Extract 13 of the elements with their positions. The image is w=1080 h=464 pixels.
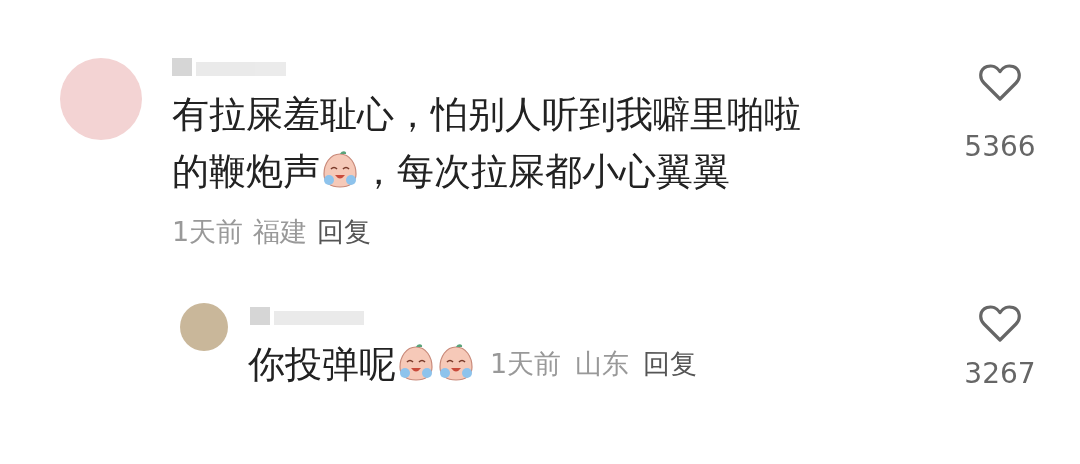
comment-location: 山东 (575, 347, 630, 381)
comment-location: 福建 (253, 215, 308, 249)
reply-link[interactable]: 回复 (317, 212, 372, 253)
like-count: 3267 (964, 355, 1036, 392)
comment-time: 1天前 (172, 215, 244, 249)
comment-text: 有拉屎羞耻心，怕别人听到我噼里啪啦的鞭炮声 ，每次拉屎都小心翼翼 (172, 92, 802, 195)
comment-text: 你投弹呢 (248, 336, 476, 392)
reply-link[interactable]: 回复 (643, 344, 698, 385)
like-count: 5366 (964, 129, 1036, 165)
crying-face-icon (436, 342, 476, 383)
crying-face-icon (320, 150, 360, 190)
crying-face-icon (396, 342, 436, 383)
comment-time: 1天前 (490, 347, 562, 381)
